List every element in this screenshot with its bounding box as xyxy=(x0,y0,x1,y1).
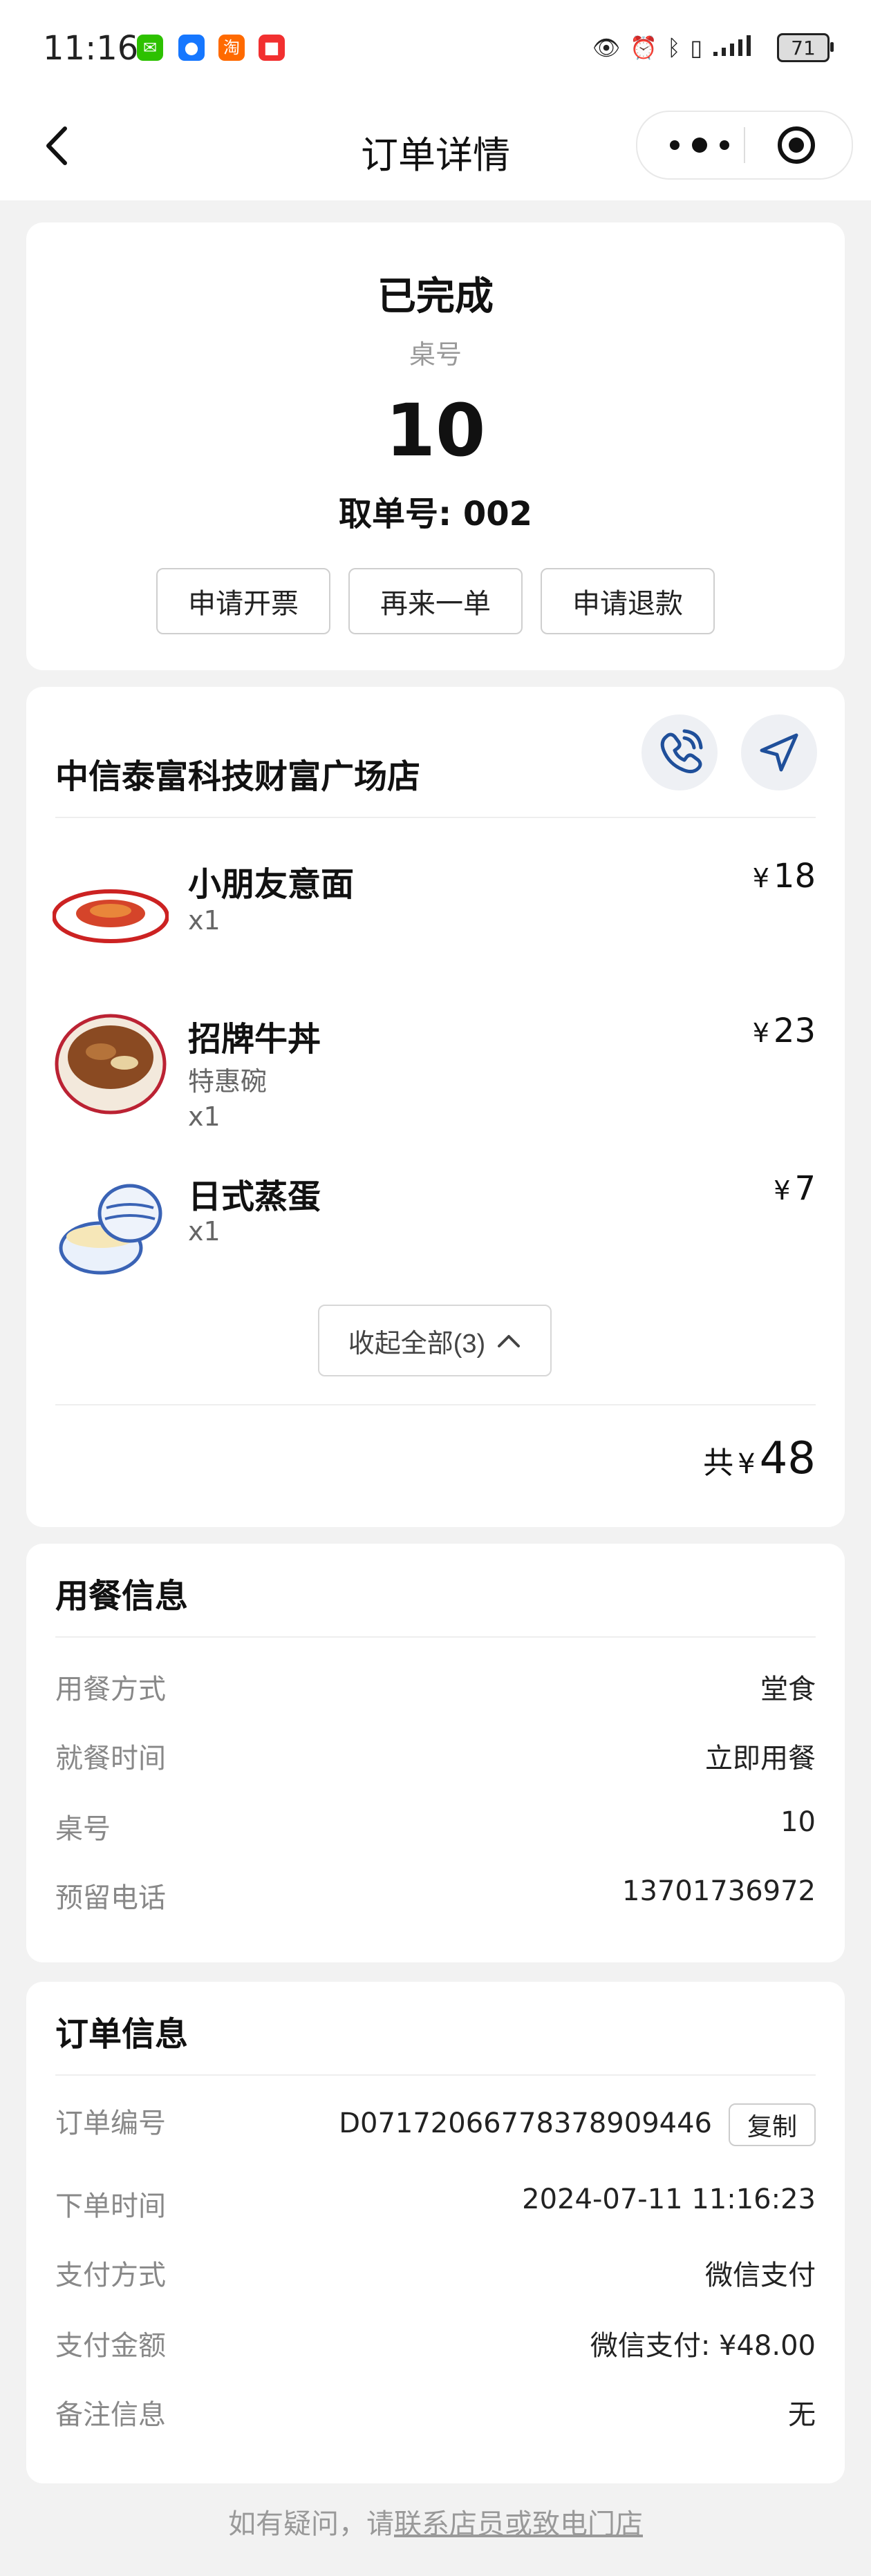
item-qty: x1 xyxy=(188,1101,221,1132)
dining-info-card: 用餐信息 用餐方式 堂食 就餐时间 立即用餐 桌号 10 预留电话 137017… xyxy=(26,1544,845,1962)
total-amount: 48 xyxy=(759,1433,816,1484)
total-prefix: 共 xyxy=(703,1446,734,1481)
alarm-icon: ⏰ xyxy=(630,35,658,61)
row-value: 10 xyxy=(780,1806,816,1838)
row-label: 预留电话 xyxy=(55,1882,166,1914)
bluetooth-icon: ᛒ xyxy=(667,35,681,61)
reorder-button[interactable]: 再来一单 xyxy=(348,568,523,634)
row-label: 订单编号 xyxy=(55,2108,166,2139)
row-label: 备注信息 xyxy=(55,2399,166,2431)
order-number: D07172066778378909446 xyxy=(339,2108,712,2139)
item-name: 招牌牛丼 xyxy=(188,1020,321,1059)
system-indicators: 👁 ⏰ ᛒ ▯ 71 xyxy=(592,30,834,65)
order-total: 共 ¥48 xyxy=(703,1433,816,1484)
chevron-up-icon xyxy=(498,1335,521,1347)
order-info-card: 订单信息 订单编号 D07172066778378909446 复制 下单时间 … xyxy=(26,1982,845,2483)
copy-button[interactable]: 复制 xyxy=(729,2103,816,2146)
app-red-icon: ■ xyxy=(259,35,285,61)
nav-bar: 订单详情 xyxy=(0,97,871,200)
row-value: 无 xyxy=(788,2399,816,2431)
divider xyxy=(55,1636,816,1638)
help-footer: 如有疑问，请联系店员或致电门店 xyxy=(0,2501,871,2541)
wechat-icon: ✉ xyxy=(137,35,163,61)
currency-symbol: ¥ xyxy=(738,1448,756,1480)
row-label: 用餐方式 xyxy=(55,1674,166,1705)
request-refund-button[interactable]: 申请退款 xyxy=(541,568,715,634)
currency-symbol: ¥ xyxy=(752,863,769,893)
section-title: 订单信息 xyxy=(55,2015,189,2054)
item-name: 小朋友意面 xyxy=(188,865,355,904)
store-name: 中信泰富科技财富广场店 xyxy=(55,757,421,796)
row-value: 微信支付 xyxy=(705,2260,816,2291)
row-value: 堂食 xyxy=(760,1674,816,1705)
row-label: 下单时间 xyxy=(55,2190,166,2222)
table-label: 桌号 xyxy=(409,339,462,370)
price-value: 23 xyxy=(773,1012,816,1050)
collapse-all-button[interactable]: 收起全部(3) xyxy=(318,1305,552,1376)
capsule-divider xyxy=(744,127,745,163)
taobao-icon: 淘 xyxy=(218,35,245,61)
row-value: 2024-07-11 11:16:23 xyxy=(522,2184,816,2215)
vibrate-icon: ▯ xyxy=(690,35,702,61)
currency-symbol: ¥ xyxy=(774,1175,791,1206)
row-label: 支付方式 xyxy=(55,2260,166,2291)
section-title: 用餐信息 xyxy=(55,1577,189,1616)
item-spec: 特惠碗 xyxy=(188,1066,268,1097)
pickup-number: 取单号: 002 xyxy=(338,495,533,533)
divider xyxy=(55,1404,816,1405)
item-price: ¥18 xyxy=(753,857,816,896)
battery-icon: 71 xyxy=(777,33,834,62)
item-qty: x1 xyxy=(188,905,221,936)
row-label: 支付金额 xyxy=(55,2330,166,2362)
signal-icon xyxy=(712,32,767,63)
navigate-button[interactable] xyxy=(741,714,817,790)
item-image-beef-bowl xyxy=(55,1014,167,1115)
table-number: 10 xyxy=(385,388,486,473)
app-blue-icon: ● xyxy=(178,35,205,61)
more-icon[interactable] xyxy=(665,133,734,158)
row-label: 就餐时间 xyxy=(55,1743,166,1774)
status-time: 11:16 xyxy=(43,29,139,68)
footer-text: 如有疑问，请 xyxy=(228,2508,394,2540)
status-bar: 11:16 ✉ ● 淘 ■ 👁 ⏰ ᛒ ▯ 71 xyxy=(0,0,871,97)
price-value: 18 xyxy=(773,857,816,896)
contact-store-link[interactable]: 联系店员或致电门店 xyxy=(394,2508,643,2540)
phone-icon xyxy=(660,729,703,774)
item-qty: x1 xyxy=(188,1216,221,1247)
row-value: 立即用餐 xyxy=(705,1743,816,1774)
item-name: 日式蒸蛋 xyxy=(188,1177,321,1216)
row-label: 桌号 xyxy=(55,1813,111,1845)
item-price: ¥7 xyxy=(774,1169,816,1208)
order-status-card: 已完成 桌号 10 取单号: 002 申请开票 再来一单 申请退款 xyxy=(26,222,845,670)
store-order-card: 中信泰富科技财富广场店 小朋友意面 x1 ¥18 招牌牛丼 特惠碗 x1 ¥23… xyxy=(26,687,845,1527)
collapse-label: 收起全部(3) xyxy=(348,1329,486,1358)
item-price: ¥23 xyxy=(753,1012,816,1050)
item-image-pasta xyxy=(53,889,169,943)
row-value: 微信支付: ¥48.00 xyxy=(590,2330,816,2362)
row-value: 13701736972 xyxy=(622,1875,816,1907)
eye-icon: 👁 xyxy=(592,35,621,61)
divider xyxy=(55,2074,816,2076)
battery-level: 71 xyxy=(791,36,816,59)
divider xyxy=(55,817,816,818)
close-target-icon[interactable] xyxy=(776,124,817,166)
request-invoice-button[interactable]: 申请开票 xyxy=(156,568,330,634)
currency-symbol: ¥ xyxy=(752,1018,769,1048)
mini-program-capsule xyxy=(636,111,853,180)
item-image-steamed-egg xyxy=(59,1184,162,1275)
order-status: 已完成 xyxy=(377,274,494,319)
navigation-icon xyxy=(760,733,798,772)
call-store-button[interactable] xyxy=(641,714,718,790)
price-value: 7 xyxy=(794,1169,816,1208)
